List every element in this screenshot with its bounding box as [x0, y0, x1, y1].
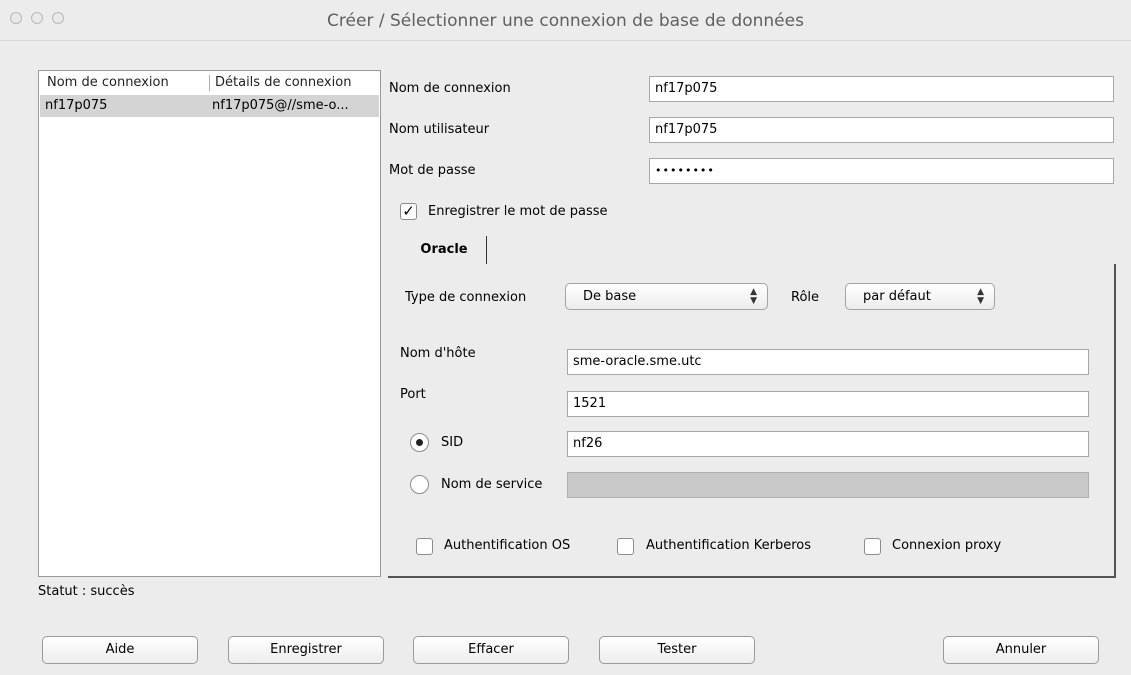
kerberos-auth-checkbox[interactable]	[617, 538, 634, 555]
connection-type-value: De base	[583, 289, 637, 304]
help-button[interactable]: Aide	[42, 636, 198, 664]
proxy-label: Connexion proxy	[892, 538, 1002, 553]
save-button[interactable]: Enregistrer	[228, 636, 384, 664]
port-field[interactable]: 1521	[567, 391, 1089, 417]
service-name-radio[interactable]	[410, 475, 429, 494]
password-field[interactable]: ••••••••	[649, 158, 1114, 184]
password-label: Mot de passe	[389, 163, 476, 178]
column-divider[interactable]	[209, 75, 210, 91]
os-auth-label: Authentification OS	[444, 538, 571, 553]
connection-list[interactable]: Nom de connexion Détails de connexion nf…	[38, 70, 381, 577]
test-button[interactable]: Tester	[599, 636, 755, 664]
updown-arrows-icon: ▲ ▼	[750, 287, 757, 306]
connection-type-label: Type de connexion	[405, 290, 527, 305]
radio-dot-icon	[416, 439, 423, 446]
connection-name-label: Nom de connexion	[389, 81, 511, 96]
column-header-name[interactable]: Nom de connexion	[47, 71, 169, 95]
status-text: Statut : succès	[38, 584, 135, 599]
connection-type-select[interactable]: De base ▲ ▼	[565, 283, 768, 310]
role-value: par défaut	[863, 289, 931, 304]
tab-oracle[interactable]: Oracle	[402, 236, 487, 264]
window-title: Créer / Sélectionner une connexion de ba…	[327, 11, 804, 31]
port-label: Port	[400, 387, 426, 402]
column-header-details[interactable]: Détails de connexion	[215, 71, 351, 95]
clear-button[interactable]: Effacer	[413, 636, 569, 664]
connection-name-field[interactable]: nf17p075	[649, 76, 1114, 102]
os-auth-checkbox[interactable]	[416, 538, 433, 555]
hostname-label: Nom d'hôte	[400, 346, 476, 361]
service-name-label: Nom de service	[441, 477, 543, 492]
proxy-checkbox[interactable]	[864, 538, 881, 555]
sid-radio[interactable]	[410, 433, 429, 452]
list-cell-details[interactable]: nf17p075@//sme-o...	[212, 95, 349, 117]
sid-label: SID	[441, 435, 464, 450]
save-password-checkbox[interactable]: ✓	[400, 203, 417, 220]
username-field[interactable]: nf17p075	[649, 117, 1114, 143]
oracle-panel	[388, 264, 1116, 578]
updown-arrows-icon: ▲ ▼	[977, 287, 984, 306]
cancel-button[interactable]: Annuler	[943, 636, 1099, 664]
kerberos-auth-label: Authentification Kerberos	[646, 538, 812, 553]
role-label: Rôle	[791, 290, 820, 305]
check-icon: ✓	[402, 202, 415, 220]
service-name-field[interactable]	[567, 472, 1089, 498]
role-select[interactable]: par défaut ▲ ▼	[845, 283, 995, 310]
list-cell-name[interactable]: nf17p075	[45, 95, 107, 117]
hostname-field[interactable]: sme-oracle.sme.utc	[567, 349, 1089, 375]
save-password-label: Enregistrer le mot de passe	[428, 204, 608, 219]
username-label: Nom utilisateur	[389, 122, 490, 137]
sid-field[interactable]: nf26	[567, 431, 1089, 457]
